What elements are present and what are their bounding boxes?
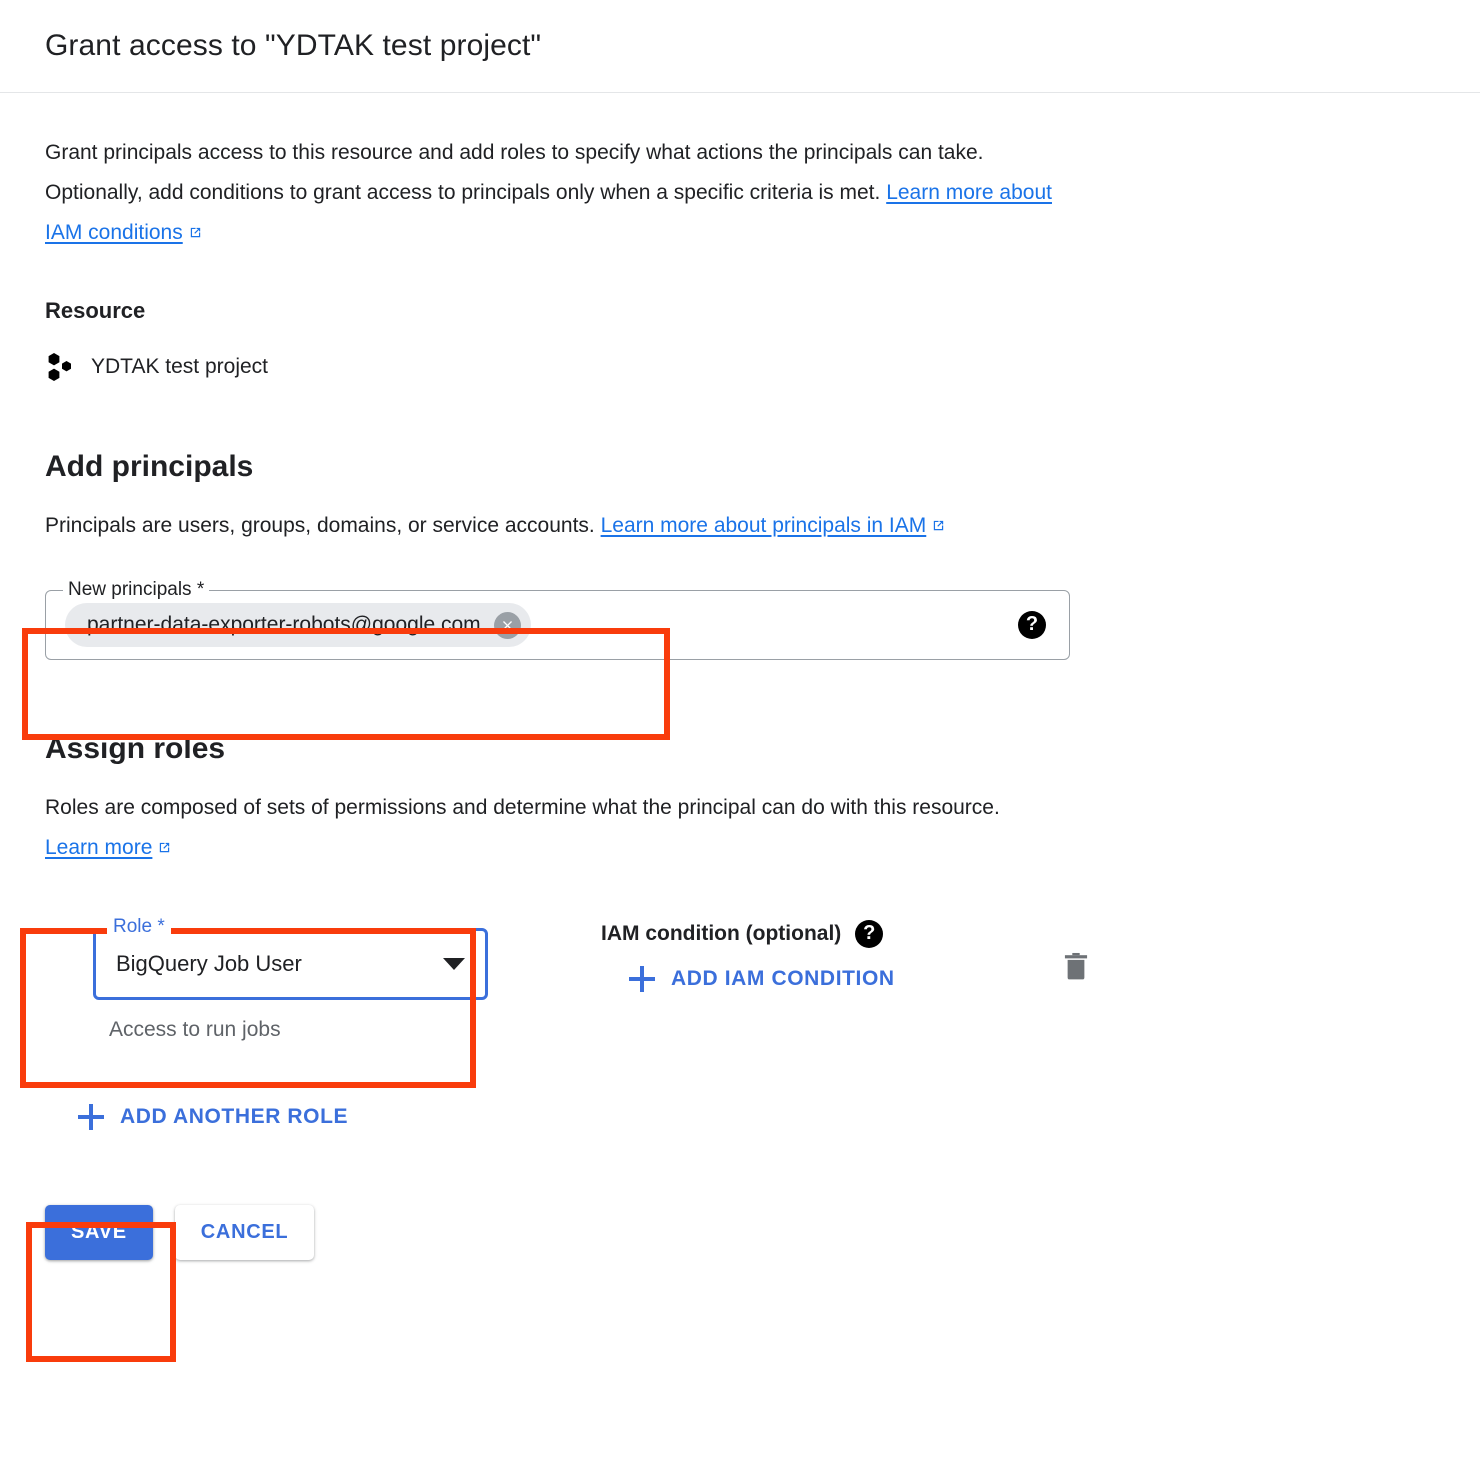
- external-link-icon: [931, 518, 946, 533]
- close-circle-icon[interactable]: [493, 611, 521, 639]
- add-iam-condition-label: ADD IAM CONDITION: [671, 967, 895, 990]
- iam-condition-label: IAM condition (optional): [601, 922, 842, 945]
- save-button[interactable]: SAVE: [45, 1205, 153, 1260]
- role-select[interactable]: Role * BigQuery Job User: [93, 916, 488, 1000]
- page-title: Grant access to "YDTAK test project": [45, 29, 542, 62]
- resource-heading: Resource: [45, 298, 146, 323]
- assign-roles-heading: Assign roles: [45, 732, 226, 765]
- add-principals-description-text: Principals are users, groups, domains, o…: [45, 514, 595, 537]
- cancel-button[interactable]: CANCEL: [174, 1205, 315, 1260]
- delete-role-button[interactable]: [1055, 948, 1097, 990]
- help-icon[interactable]: ?: [1018, 611, 1046, 639]
- add-another-role-label: ADD ANOTHER ROLE: [120, 1105, 349, 1128]
- role-select-hint: Access to run jobs: [109, 1018, 281, 1041]
- new-principals-label: New principals *: [63, 579, 210, 601]
- principal-chip[interactable]: partner-data-exporter-robots@google.com: [65, 603, 531, 647]
- role-select-value: BigQuery Job User: [116, 951, 302, 976]
- role-select-box[interactable]: BigQuery Job User: [93, 928, 488, 1000]
- plus-icon: [78, 1104, 104, 1130]
- external-link-icon: [157, 840, 172, 855]
- intro-text: Grant principals access to this resource…: [45, 141, 984, 204]
- dialog-body: Grant principals access to this resource…: [0, 93, 1480, 1135]
- new-principals-field[interactable]: New principals * partner-data-exporter-r…: [45, 579, 1070, 660]
- resource-row: YDTAK test project: [45, 350, 1435, 384]
- add-another-role-button[interactable]: ADD ANOTHER ROLE: [78, 1104, 348, 1130]
- learn-more-principals-link[interactable]: Learn more about principals in IAM: [601, 514, 927, 537]
- iam-condition-column: IAM condition (optional) ? ADD IAM CONDI…: [601, 920, 895, 997]
- add-principals-heading: Add principals: [45, 450, 254, 483]
- add-principals-section: Add principals Principals are users, gro…: [45, 450, 1435, 660]
- learn-more-principals-label: Learn more about principals in IAM: [600, 514, 927, 537]
- resource-section: Resource YDTAK test project: [45, 298, 1435, 384]
- role-select-label: Role *: [107, 916, 171, 938]
- learn-more-roles-link[interactable]: Learn more: [45, 836, 152, 859]
- dialog-actions: SAVE CANCEL: [45, 1205, 1480, 1260]
- intro-paragraph: Grant principals access to this resource…: [45, 133, 1065, 253]
- dialog-header: Grant access to "YDTAK test project": [0, 0, 1480, 93]
- trash-icon: [1061, 951, 1091, 988]
- add-another-role-row: ADD ANOTHER ROLE: [78, 1104, 1435, 1135]
- principal-chip-label: partner-data-exporter-robots@google.com: [87, 613, 481, 636]
- gcp-project-icon: [45, 350, 79, 384]
- new-principals-help[interactable]: ?: [1018, 611, 1046, 639]
- plus-icon: [629, 966, 655, 992]
- add-iam-condition-button[interactable]: ADD IAM CONDITION: [629, 966, 895, 992]
- iam-condition-label-row: IAM condition (optional) ?: [601, 920, 895, 948]
- assign-roles-description: Roles are composed of sets of permission…: [45, 788, 1045, 868]
- resource-name: YDTAK test project: [91, 355, 269, 378]
- help-icon[interactable]: ?: [855, 920, 884, 948]
- add-principals-description: Principals are users, groups, domains, o…: [45, 506, 1065, 546]
- assign-roles-description-text: Roles are composed of sets of permission…: [45, 796, 1000, 819]
- role-row: Role * BigQuery Job User Access to run j…: [45, 910, 1435, 1060]
- chevron-down-icon: [443, 958, 465, 970]
- assign-roles-section: Assign roles Roles are composed of sets …: [45, 732, 1435, 1135]
- learn-more-roles-label: Learn more: [45, 836, 153, 859]
- add-iam-condition-row: ADD IAM CONDITION: [629, 966, 895, 997]
- external-link-icon: [188, 225, 203, 240]
